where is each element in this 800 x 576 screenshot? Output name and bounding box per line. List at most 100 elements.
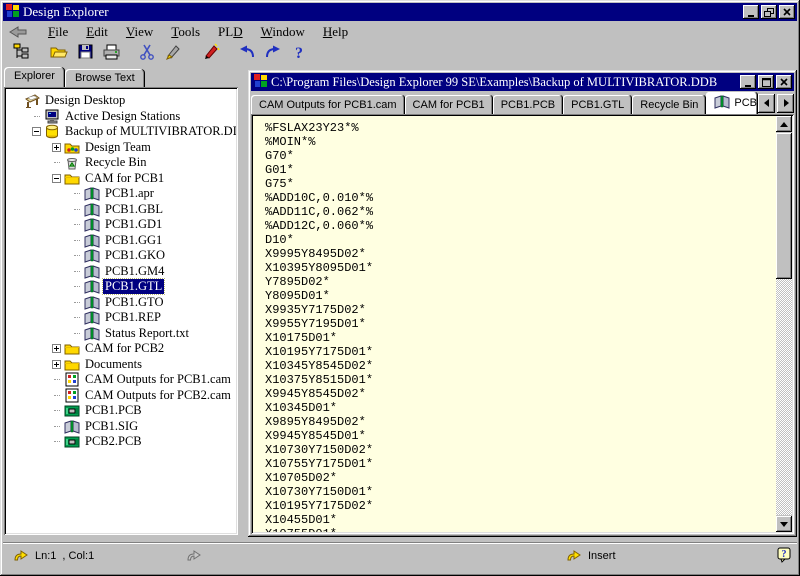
help-icon: ? [293,44,305,65]
tree-item-cam-outputs-for-pcb1-cam[interactable]: CAM Outputs for PCB1.cam [6,372,236,388]
tree-item-pcb1-apr[interactable]: PCB1.apr [6,186,236,202]
scrollbar-track[interactable] [776,279,792,515]
document-logo-icon [253,73,267,92]
expand-icon[interactable] [50,360,63,369]
tree-item-pcb1-pcb[interactable]: PCB1.PCB [6,403,236,419]
menu-bar: FileEditViewToolsPLDWindowHelp [3,22,797,42]
doc-tab-recycle-bin[interactable]: Recycle Bin [632,95,706,114]
tree-item-cam-for-pcb2[interactable]: CAM for PCB2 [6,341,236,357]
text-doc-icon [83,279,100,294]
tree-item-status-report-txt[interactable]: Status Report.txt [6,326,236,342]
menu-edit[interactable]: Edit [77,22,117,42]
doc-tab-pcb1-gtl[interactable]: PCB1.GTL [563,95,632,114]
menu-arrow-icon[interactable] [9,24,39,40]
team-folder-icon [63,140,80,155]
tree-item-label: Recycle Bin [83,155,148,170]
menu-file[interactable]: File [39,22,77,42]
menu-tools[interactable]: Tools [162,22,209,42]
minimize-button[interactable] [740,75,756,89]
restore-button[interactable] [761,5,777,19]
expand-icon[interactable] [50,143,63,152]
text-doc-icon [83,310,100,325]
vertical-scrollbar [776,116,792,532]
tree-item-cam-for-pcb1[interactable]: CAM for PCB1 [6,171,236,187]
paste-button[interactable] [161,43,185,65]
doc-tab-cam-outputs-for-pcb1-cam[interactable]: CAM Outputs for PCB1.cam [251,95,405,114]
title-bar[interactable]: Design Explorer [3,3,797,21]
pcb-doc-icon [63,403,80,418]
document-title-bar[interactable]: C:\Program Files\Design Explorer 99 SE\E… [251,73,794,91]
wizard-pen-button[interactable] [199,43,223,65]
text-doc-icon [83,202,100,217]
text-editor[interactable]: %FSLAX23Y23*%%MOIN*%G70*G01*G75*%ADD10C,… [253,116,776,532]
redo-button[interactable] [261,43,285,65]
wizard-pen-icon [202,43,220,65]
tree-item-pcb1-rep[interactable]: PCB1.REP [6,310,236,326]
tree-item-recycle-bin[interactable]: Recycle Bin [6,155,236,171]
close-button[interactable] [779,5,795,19]
tab-browse-text[interactable]: Browse Text [65,69,145,87]
tree-item-label: Status Report.txt [103,326,191,341]
tree-item-design-desktop[interactable]: Design Desktop [6,93,236,109]
doc-tab-label: Recycle Bin [640,99,698,111]
doc-tab-pcb1-pcb[interactable]: PCB1.PCB [493,95,563,114]
tree-item-pcb1-gm4[interactable]: PCB1.GM4 [6,264,236,280]
folder-icon [63,357,80,372]
tree-item-label: Design Desktop [43,93,127,108]
cut-icon [139,44,155,65]
design-manager-button[interactable] [9,43,33,65]
svg-text:?: ? [782,549,787,560]
tree-item-pcb1-gto[interactable]: PCB1.GTO [6,295,236,311]
menu-window[interactable]: Window [252,22,314,42]
tree-connector [70,255,83,256]
menu-pld[interactable]: PLD [209,22,252,42]
tree-item-label: Documents [83,357,144,372]
editor-line: G75* [265,177,776,191]
tree-item-pcb2-pcb[interactable]: PCB2.PCB [6,434,236,450]
tree-item-pcb1-gko[interactable]: PCB1.GKO [6,248,236,264]
tab-scroll-right-button[interactable] [777,94,794,113]
maximize-button[interactable] [758,75,774,89]
tab-scroll-left-button[interactable] [758,94,775,113]
tree-item-pcb1-gtl[interactable]: PCB1.GTL [6,279,236,295]
collapse-icon[interactable] [30,127,43,136]
tree-item-pcb1-gd1[interactable]: PCB1.GD1 [6,217,236,233]
folder-icon [63,171,80,186]
menu-help[interactable]: Help [314,22,357,42]
undo-button[interactable] [235,43,259,65]
print-button[interactable] [99,43,123,65]
scroll-up-button[interactable] [776,116,792,132]
save-button[interactable] [73,43,97,65]
doc-tab-label: CAM Outputs for PCB1.cam [259,99,397,111]
scrollbar-thumb[interactable] [776,133,792,279]
doc-tab-pcb1-gtl-active[interactable]: PCB1.GTL [706,92,758,114]
tree-item-documents[interactable]: Documents [6,357,236,373]
close-button[interactable] [776,75,792,89]
doc-tab-cam-for-pcb1[interactable]: CAM for PCB1 [405,95,493,114]
tree-connector [70,286,83,287]
tree-item-pcb1-gg1[interactable]: PCB1.GG1 [6,233,236,249]
menu-items: FileEditViewToolsPLDWindowHelp [39,22,357,42]
recycle-bin-icon [63,155,80,170]
collapse-icon[interactable] [50,174,63,183]
tree-item-backup-of-multivibrator-ddb[interactable]: Backup of MULTIVIBRATOR.DDB [6,124,236,140]
tree-item-active-design-stations[interactable]: Active Design Stations [6,109,236,125]
open-button[interactable] [47,43,71,65]
text-doc-icon [83,295,100,310]
status-help-button[interactable]: ? [777,543,791,569]
tree-item-label: PCB1.GKO [103,248,167,263]
tab-explorer[interactable]: Explorer [4,67,65,87]
tree-item-cam-outputs-for-pcb2-cam[interactable]: CAM Outputs for PCB2.cam [6,388,236,404]
tree-item-design-team[interactable]: Design Team [6,140,236,156]
tree-item-pcb1-gbl[interactable]: PCB1.GBL [6,202,236,218]
help-button[interactable]: ? [287,43,311,65]
status-bar: Ln:1 , Col:1 Insert ? [3,542,797,568]
cut-button[interactable] [135,43,159,65]
editor-line: X9895Y8495D02* [265,415,776,429]
minimize-button[interactable] [743,5,759,19]
tree-item-pcb1-sig[interactable]: PCB1.SIG [6,419,236,435]
doc-tab-label: CAM for PCB1 [413,99,485,111]
menu-view[interactable]: View [117,22,162,42]
expand-icon[interactable] [50,344,63,353]
scroll-down-button[interactable] [776,516,792,532]
